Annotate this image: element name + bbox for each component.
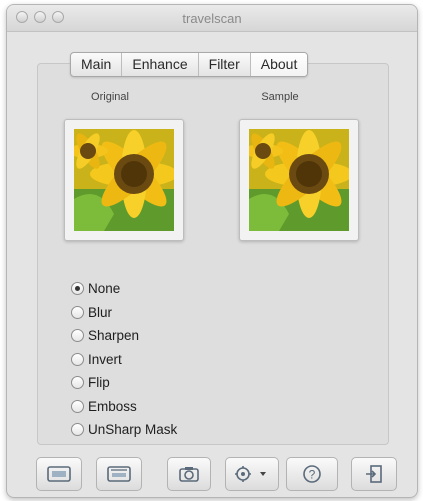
- filter-option-flip[interactable]: Flip: [71, 371, 177, 395]
- sample-label: Sample: [261, 91, 299, 103]
- window-title: travelscan: [182, 11, 242, 26]
- filter-option-label: Flip: [88, 375, 110, 391]
- tab-bar: Main Enhance Filter About: [70, 52, 309, 77]
- radio-flip[interactable]: [71, 376, 84, 390]
- filter-option-label: UnSharp Mask: [88, 422, 178, 438]
- help-icon: ?: [303, 465, 321, 483]
- camera-button[interactable]: [167, 457, 211, 491]
- filter-option-label: Sharpen: [88, 328, 140, 344]
- radio-invert[interactable]: [71, 352, 84, 366]
- filter-option-label: Emboss: [88, 398, 137, 414]
- settings-dropdown-icon: [235, 466, 266, 482]
- sample-preview: [239, 119, 359, 241]
- radio-sharpen[interactable]: [71, 329, 84, 343]
- filter-option-label: Blur: [88, 304, 113, 320]
- app-window: travelscan Main Enhance Filter About Ori…: [6, 4, 418, 498]
- filter-option-blur[interactable]: Blur: [71, 301, 177, 325]
- tab-enhance[interactable]: Enhance: [122, 53, 199, 76]
- radio-none[interactable]: [71, 282, 84, 296]
- filter-option-unsharp-mask[interactable]: UnSharp Mask: [71, 418, 177, 442]
- filter-option-label: Invert: [88, 351, 122, 367]
- tab-filter[interactable]: Filter: [199, 53, 251, 76]
- filter-option-sharpen[interactable]: Sharpen: [71, 324, 177, 348]
- scan-icon: [47, 466, 71, 482]
- sample-sunflower-image: [249, 129, 349, 231]
- tab-main[interactable]: Main: [71, 53, 123, 76]
- original-sunflower-image: [74, 129, 174, 231]
- svg-text:?: ?: [309, 468, 316, 482]
- filter-option-label: None: [88, 281, 121, 297]
- title-bar[interactable]: travelscan: [7, 5, 417, 32]
- radio-emboss[interactable]: [71, 399, 84, 413]
- exit-icon: [366, 465, 382, 483]
- radio-unsharp-mask[interactable]: [71, 423, 84, 437]
- settings-dropdown-button[interactable]: [225, 457, 279, 491]
- exit-button[interactable]: [351, 457, 397, 491]
- filter-option-invert[interactable]: Invert: [71, 348, 177, 372]
- scanner-icon: [107, 466, 131, 482]
- help-button[interactable]: ?: [286, 457, 338, 491]
- scan-button[interactable]: [36, 457, 82, 491]
- filter-option-emboss[interactable]: Emboss: [71, 395, 177, 419]
- filter-option-none[interactable]: None: [71, 277, 177, 301]
- camera-icon: [179, 467, 199, 482]
- scanner-button[interactable]: [96, 457, 142, 491]
- original-label: Original: [91, 91, 129, 103]
- original-preview: [64, 119, 184, 241]
- radio-blur[interactable]: [71, 305, 84, 319]
- filter-radio-group: None Blur Sharpen Invert Flip Emboss UnS…: [71, 277, 177, 442]
- tab-about[interactable]: About: [250, 53, 308, 76]
